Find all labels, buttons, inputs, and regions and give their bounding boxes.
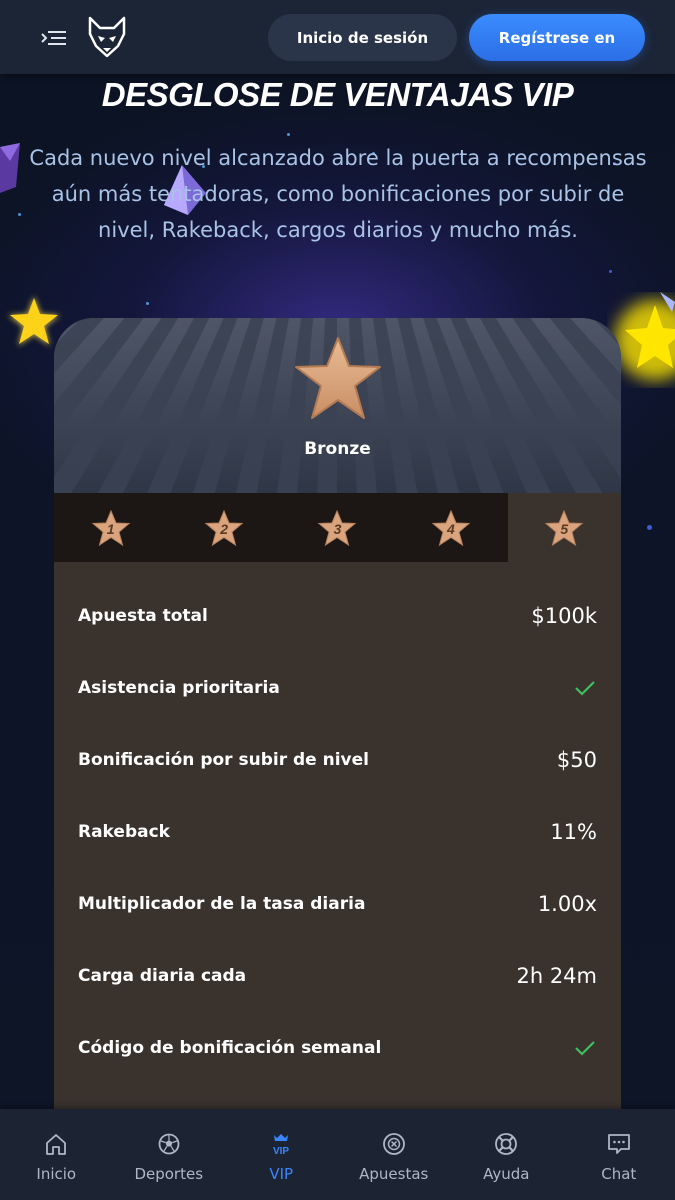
chip-icon — [382, 1133, 405, 1155]
nav-item-vip[interactable]: VIP VIP — [225, 1109, 338, 1200]
benefit-value: $50 — [556, 748, 597, 772]
benefits-list: Apuesta total $100k Asistencia prioritar… — [54, 580, 621, 1084]
check-icon — [575, 1041, 595, 1056]
lifebuoy-icon — [495, 1133, 518, 1155]
home-icon — [46, 1134, 67, 1155]
wolf-logo-icon[interactable] — [86, 16, 128, 58]
bronze-star-icon — [295, 337, 381, 419]
nav-label: Deportes — [134, 1165, 204, 1183]
chat-icon — [607, 1134, 630, 1154]
tier-header: Bronze — [54, 318, 621, 493]
sparkle-dot — [18, 213, 21, 216]
nav-label: VIP — [269, 1165, 294, 1183]
nav-label: Ayuda — [483, 1165, 530, 1183]
svg-text:VIP: VIP — [273, 1146, 289, 1157]
level-tab-4[interactable]: 4 — [394, 493, 507, 562]
nav-item-apuestas[interactable]: Apuestas — [338, 1109, 451, 1200]
benefit-label: Apuesta total — [78, 606, 208, 626]
register-button[interactable]: Regístrese en — [469, 14, 645, 61]
sparkle-dot — [287, 133, 290, 136]
nav-item-chat[interactable]: Chat — [563, 1109, 675, 1200]
level-tab-2[interactable]: 2 — [167, 493, 280, 562]
level-tab-3[interactable]: 3 — [281, 493, 394, 562]
benefit-row: Bonificación por subir de nivel $50 — [54, 724, 621, 796]
level-number: 1 — [106, 521, 115, 537]
nav-item-inicio[interactable]: Inicio — [0, 1109, 113, 1200]
page-subtitle: Cada nuevo nivel alcanzado abre la puert… — [29, 146, 647, 242]
sparkle-dot — [146, 302, 149, 305]
level-number: 4 — [446, 521, 455, 537]
nav-label: Chat — [601, 1165, 637, 1183]
nav-label: Apuestas — [359, 1165, 429, 1183]
top-header: Inicio de sesión Regístrese en — [0, 0, 675, 74]
benefit-label: Carga diaria cada — [78, 966, 247, 986]
soccer-ball-icon — [158, 1133, 180, 1155]
benefit-value: 11% — [550, 820, 597, 844]
level-tab-1[interactable]: 1 — [54, 493, 167, 562]
vip-tier-card: Bronze 1 2 3 4 5 Apuesta total $100k Asi… — [54, 318, 621, 1118]
nav-item-ayuda[interactable]: Ayuda — [450, 1109, 563, 1200]
benefit-row: Rakeback 11% — [54, 796, 621, 868]
benefit-row: Carga diaria cada 2h 24m — [54, 940, 621, 1012]
level-number: 2 — [220, 521, 228, 537]
benefit-label: Multiplicador de la tasa diaria — [78, 894, 366, 914]
benefit-row: Apuesta total $100k — [54, 580, 621, 652]
level-number: 5 — [560, 521, 569, 537]
benefit-label: Bonificación por subir de nivel — [78, 750, 369, 770]
check-icon — [575, 681, 595, 696]
login-button[interactable]: Inicio de sesión — [268, 14, 457, 61]
sparkle-dot — [609, 270, 612, 273]
benefit-row: Código de bonificación semanal — [54, 1012, 621, 1084]
level-tab-5[interactable]: 5 — [507, 493, 621, 562]
benefit-value: 1.00x — [537, 892, 597, 916]
benefit-row: Multiplicador de la tasa diaria 1.00x — [54, 868, 621, 940]
level-tabs: 1 2 3 4 5 — [54, 493, 621, 562]
nav-item-deportes[interactable]: Deportes — [113, 1109, 226, 1200]
vip-crown-icon: VIP — [273, 1134, 290, 1157]
level-number: 3 — [333, 521, 342, 537]
tier-name: Bronze — [304, 439, 371, 459]
benefit-label: Asistencia prioritaria — [78, 678, 280, 698]
sparkle-dot — [647, 525, 652, 530]
page-title: DESGLOSE DE VENTAJAS VIP — [101, 76, 574, 113]
bottom-navigation: Inicio Deportes VIP VIP Apuestas Ayuda C… — [0, 1109, 675, 1200]
benefit-value: 2h 24m — [516, 964, 597, 988]
benefit-label: Rakeback — [78, 822, 170, 842]
benefit-value: $100k — [531, 604, 597, 628]
benefit-label: Código de bonificación semanal — [78, 1038, 382, 1058]
benefit-row: Asistencia prioritaria — [54, 652, 621, 724]
gem-icon — [0, 143, 20, 193]
menu-icon[interactable] — [40, 26, 70, 50]
nav-label: Inicio — [36, 1165, 77, 1183]
